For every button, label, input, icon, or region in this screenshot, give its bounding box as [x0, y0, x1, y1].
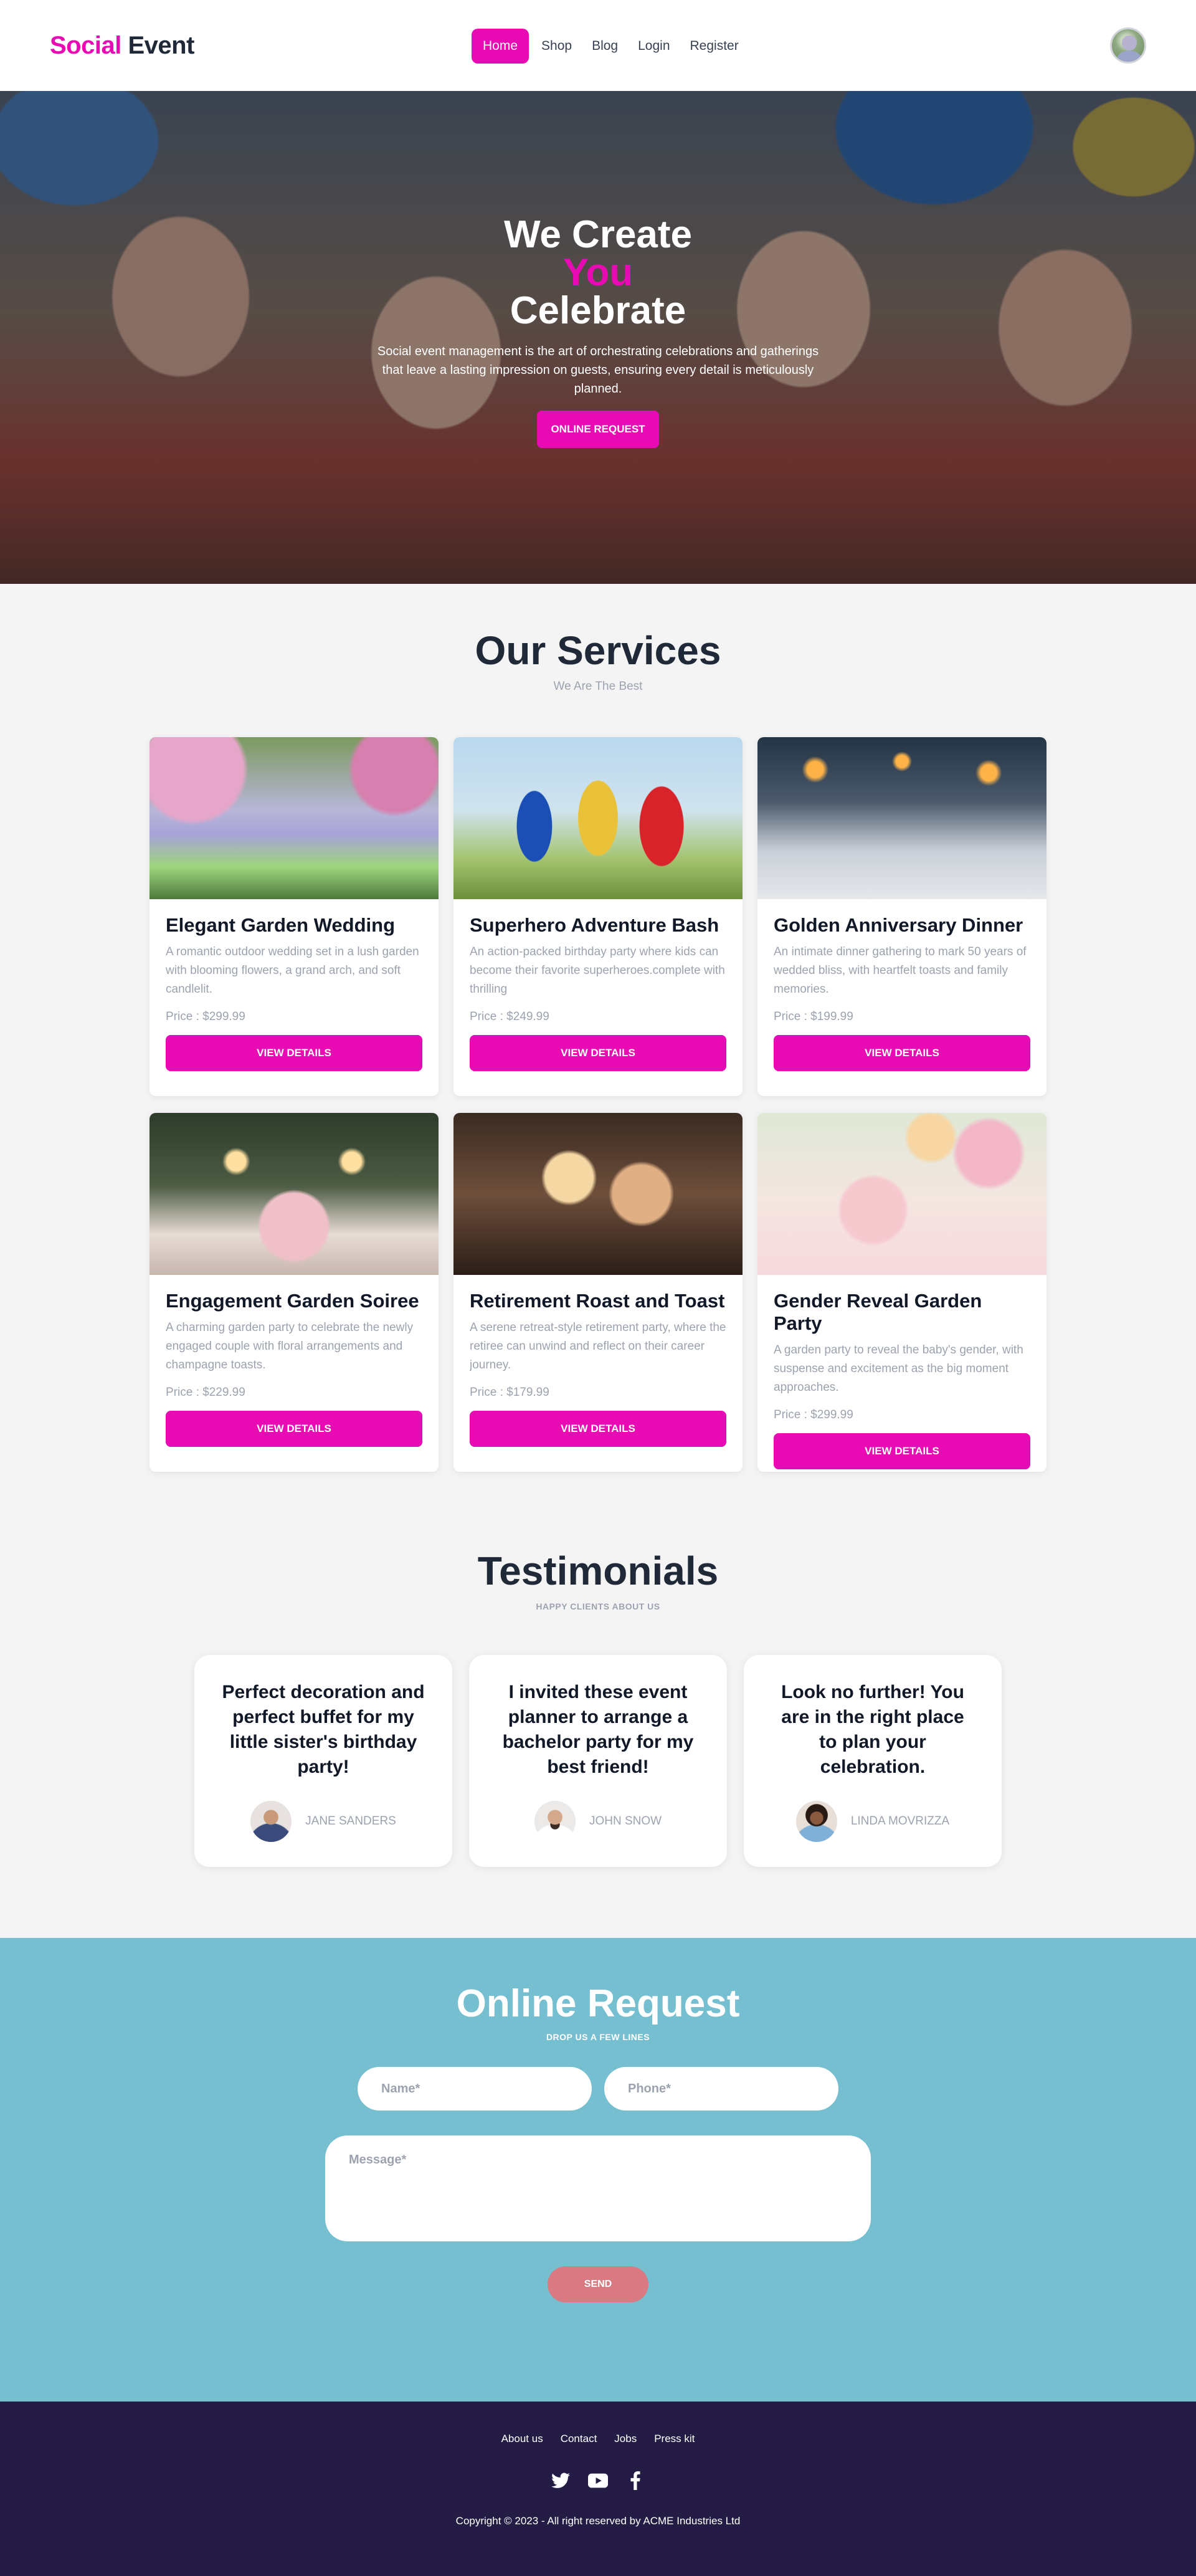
testimonial-quote: Perfect decoration and perfect buffet fo…	[222, 1682, 425, 1777]
service-price: Price : $249.99	[470, 1010, 549, 1023]
author-avatar	[534, 1801, 576, 1842]
testimonial-card: Perfect decoration and perfect buffet fo…	[194, 1655, 452, 1867]
service-description: A romantic outdoor wedding set in a lush…	[166, 945, 419, 996]
services-section: Our Services We Are The Best Elegant Gar…	[0, 584, 1196, 1472]
request-title: Online Request	[456, 1982, 740, 2025]
footer-link-jobs[interactable]: Jobs	[614, 2433, 637, 2445]
service-card: Retirement Roast and Toast A serene retr…	[453, 1113, 743, 1472]
service-title: Golden Anniversary Dinner	[774, 914, 1023, 936]
brand-logo[interactable]: Social Event	[50, 32, 194, 60]
testimonials-title: Testimonials	[477, 1548, 719, 1593]
service-image	[453, 1113, 743, 1275]
top-navbar: Social Event Home Shop Blog Login Regist…	[0, 0, 1196, 91]
view-details-button[interactable]: VIEW DETAILS	[470, 1411, 726, 1447]
service-image	[453, 737, 743, 899]
service-title: Superhero Adventure Bash	[470, 914, 719, 936]
service-title: Elegant Garden Wedding	[166, 914, 396, 936]
request-fields-row	[0, 2067, 1196, 2111]
message-input[interactable]	[325, 2135, 871, 2241]
service-card: Gender Reveal Garden Party A garden part…	[757, 1113, 1046, 1472]
hero-description: Social event management is the art of or…	[377, 345, 819, 396]
view-details-button[interactable]: VIEW DETAILS	[470, 1035, 726, 1071]
testimonial-card: Look no further! You are in the right pl…	[744, 1655, 1002, 1867]
service-price: Price : $299.99	[166, 1010, 245, 1023]
author-name: John Snow	[589, 1815, 662, 1828]
service-image	[150, 1113, 439, 1275]
send-button[interactable]: SEND	[548, 2266, 648, 2302]
online-request-button[interactable]: ONLINE REQUEST	[537, 411, 659, 448]
phone-input[interactable]	[604, 2067, 838, 2111]
service-card: Engagement Garden Soiree A charming gard…	[150, 1113, 439, 1472]
testimonial-quote: I invited these event planner to arrange…	[502, 1682, 694, 1777]
author-name: Linda Movrizza	[850, 1815, 950, 1828]
testimonial-author: Jane Sanders	[221, 1801, 426, 1842]
testimonials-section: Testimonials HAPPY CLIENTS ABOUT US Perf…	[0, 1472, 1196, 1867]
testimonials-list: Perfect decoration and perfect buffet fo…	[0, 1655, 1196, 1867]
user-avatar[interactable]	[1110, 27, 1146, 64]
service-image	[150, 737, 439, 899]
service-description: A serene retreat-style retirement party,…	[470, 1321, 726, 1371]
footer-link-about[interactable]: About us	[501, 2433, 543, 2445]
service-price: Price : $199.99	[774, 1010, 853, 1023]
nav-login[interactable]: Login	[630, 29, 677, 64]
service-price: Price : $179.99	[470, 1386, 549, 1399]
service-image	[757, 1113, 1046, 1275]
author-avatar	[795, 1801, 837, 1842]
services-title: Our Services	[475, 628, 721, 673]
service-card: Elegant Garden Wedding A romantic outdoo…	[150, 737, 439, 1096]
testimonials-subtitle: HAPPY CLIENTS ABOUT US	[536, 1601, 660, 1611]
youtube-icon[interactable]	[587, 2470, 609, 2491]
testimonial-card: I invited these event planner to arrange…	[469, 1655, 727, 1867]
hero-heading-line2: You	[562, 251, 634, 294]
service-price: Price : $229.99	[166, 1386, 245, 1399]
testimonial-author: Linda Movrizza	[770, 1801, 975, 1842]
brand-name-part2: Event	[128, 31, 194, 59]
service-title: Engagement Garden Soiree	[166, 1290, 419, 1312]
copyright-text: Copyright © 2023 - All right reserved by…	[455, 2515, 741, 2527]
hero-banner: We Create You Celebrate Social event man…	[0, 91, 1196, 584]
service-description: A garden party to reveal the baby's gend…	[774, 1343, 1023, 1394]
service-description: An action-packed birthday party where ki…	[470, 945, 725, 996]
service-image	[757, 737, 1046, 899]
service-card: Superhero Adventure Bash An action-packe…	[453, 737, 743, 1096]
service-description: An intimate dinner gathering to mark 50 …	[774, 945, 1027, 996]
hero-heading-line3: Celebrate	[510, 289, 686, 332]
nav-shop[interactable]: Shop	[534, 29, 579, 64]
nav-home[interactable]: Home	[472, 29, 529, 64]
main-menu: Home Shop Blog Login Register	[472, 29, 746, 64]
service-title: Retirement Roast and Toast	[470, 1290, 725, 1312]
nav-register[interactable]: Register	[683, 29, 746, 64]
view-details-button[interactable]: VIEW DETAILS	[774, 1035, 1030, 1071]
author-name: Jane Sanders	[305, 1815, 396, 1828]
name-input[interactable]	[358, 2067, 592, 2111]
twitter-icon[interactable]	[550, 2470, 571, 2491]
author-avatar	[250, 1801, 292, 1842]
request-subtitle: DROP US A FEW LINES	[546, 2032, 650, 2042]
facebook-icon[interactable]	[625, 2470, 646, 2491]
service-title: Gender Reveal Garden Party	[774, 1290, 982, 1334]
service-price: Price : $299.99	[774, 1408, 853, 1421]
footer-links: About us Contact Jobs Press kit	[0, 2433, 1196, 2445]
view-details-button[interactable]: VIEW DETAILS	[166, 1035, 422, 1071]
service-description: A charming garden party to celebrate the…	[166, 1321, 414, 1371]
social-links	[0, 2470, 1196, 2491]
service-card: Golden Anniversary Dinner An intimate di…	[757, 737, 1046, 1096]
footer-link-contact[interactable]: Contact	[561, 2433, 597, 2445]
brand-name-part1: Social	[50, 31, 121, 59]
hero-content: We Create You Celebrate Social event man…	[0, 216, 1196, 448]
site-footer: About us Contact Jobs Press kit Copyrigh…	[0, 2402, 1196, 2576]
services-subtitle: We Are The Best	[553, 680, 643, 693]
hero-heading-line1: We Create	[503, 213, 693, 256]
hero-heading: We Create You Celebrate	[0, 216, 1196, 330]
testimonial-author: John Snow	[495, 1801, 701, 1842]
testimonial-quote: Look no further! You are in the right pl…	[781, 1682, 964, 1777]
view-details-button[interactable]: VIEW DETAILS	[166, 1411, 422, 1447]
view-details-button[interactable]: VIEW DETAILS	[774, 1433, 1030, 1469]
nav-blog[interactable]: Blog	[584, 29, 625, 64]
services-grid: Elegant Garden Wedding A romantic outdoo…	[150, 737, 1046, 1472]
online-request-section: Online Request DROP US A FEW LINES SEND	[0, 1938, 1196, 2402]
footer-link-press[interactable]: Press kit	[654, 2433, 695, 2445]
